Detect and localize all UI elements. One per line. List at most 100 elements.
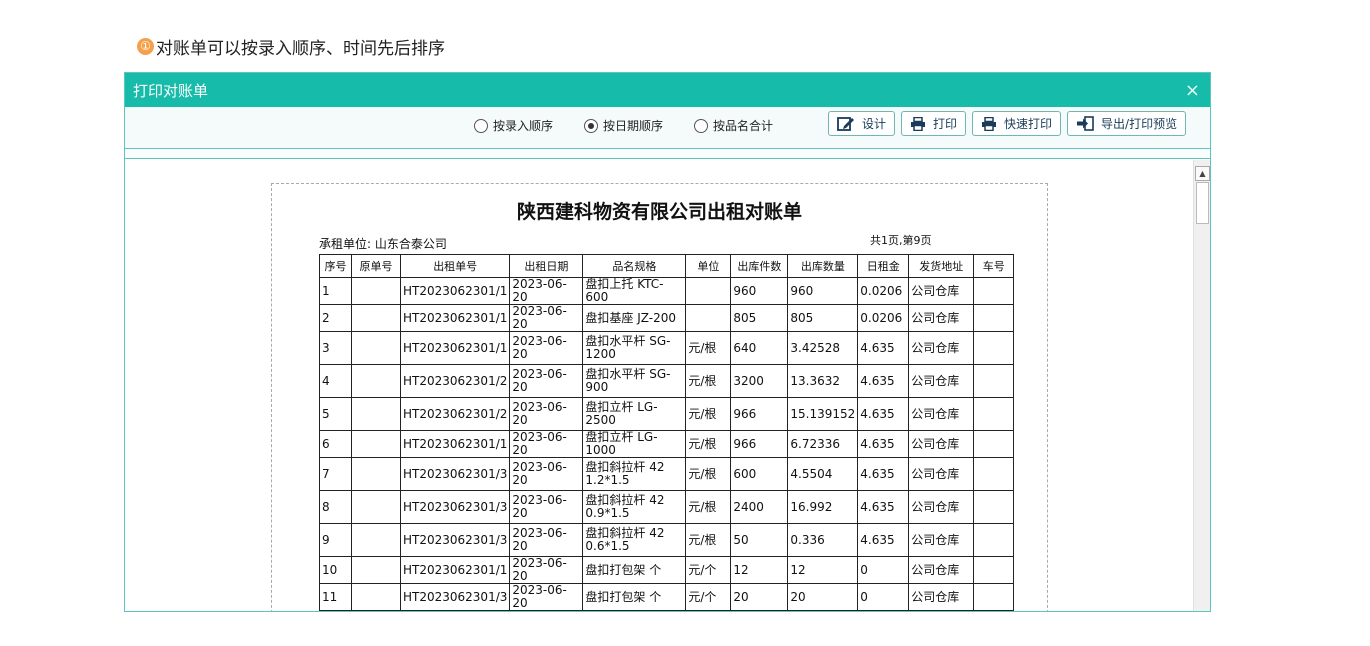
table-cell: [351, 304, 401, 332]
table-cell: [973, 277, 1015, 305]
button-label: 打印: [933, 117, 958, 131]
column-header: 单位: [685, 254, 732, 278]
table-cell: [973, 397, 1015, 431]
table-cell: HT2023062301/3: [399, 490, 511, 524]
table-cell: 公司仓库: [908, 364, 975, 398]
quick-print-button[interactable]: 快速打印: [972, 111, 1062, 136]
export-preview-button[interactable]: 导出/打印预览: [1067, 111, 1187, 136]
toolbar-buttons: 设计 打印 快速打印 导出/打印预览: [828, 111, 1192, 136]
table-cell: 5: [319, 397, 352, 431]
table-cell: 公司仓库: [908, 610, 975, 611]
table-cell: 公司仓库: [908, 397, 975, 431]
table-cell: 元/根: [685, 490, 732, 524]
table-cell: [973, 610, 1015, 611]
radio-label: 按日期顺序: [603, 119, 664, 133]
table-row: 12HT2023062301/22023-06-20盘扣打包架 个元/个3232…: [319, 610, 1015, 611]
radio-selected-icon: [584, 118, 599, 133]
table-cell: 元/根: [685, 397, 732, 431]
table-cell: 公司仓库: [908, 523, 975, 557]
table-cell: 4.635: [857, 331, 910, 365]
design-button[interactable]: 设计: [828, 111, 896, 136]
column-header: 出库数量: [787, 254, 859, 278]
table-cell: [973, 457, 1015, 491]
table-cell: [351, 583, 401, 611]
table-header-row: 序号 原单号 出租单号 出租日期 品名规格 单位 出库件数 出库数量 日租金 发…: [319, 254, 1015, 278]
table-cell: [351, 277, 401, 305]
table-cell: 2: [319, 304, 352, 332]
radio-label: 按品名合计: [713, 119, 774, 133]
table-cell: 元/个: [685, 556, 732, 584]
printer-icon: [982, 116, 997, 131]
table-cell: 2023-06-20: [509, 457, 584, 491]
table-cell: 盘扣打包架 个: [582, 610, 687, 611]
table-cell: 2023-06-20: [509, 364, 584, 398]
table-cell: 元/根: [685, 331, 732, 365]
radio-name-total[interactable]: 按品名合计: [694, 117, 773, 134]
table-cell: HT2023062301/1: [399, 556, 511, 584]
table-cell: 805: [730, 304, 789, 332]
table-cell: 元/个: [685, 583, 732, 611]
print-preview-area[interactable]: 陕西建科物资有限公司出租对账单 承租单位: 山东合泰公司 共1页,第9页 序号 …: [125, 160, 1193, 611]
table-cell: 15.139152: [787, 397, 859, 431]
toolbar: 按录入顺序 按日期顺序 按品名合计 设计 打印 快速打印 导出/打印预览: [125, 107, 1210, 149]
radio-entry-order[interactable]: 按录入顺序: [474, 117, 553, 134]
table-cell: 公司仓库: [908, 331, 975, 365]
table-cell: 4.635: [857, 490, 910, 524]
page-info: 共1页,第9页: [870, 234, 932, 247]
table-cell: 2023-06-20: [509, 583, 584, 611]
edit-icon: [837, 117, 854, 131]
table-cell: 600: [730, 457, 789, 491]
table-row: 10 HT2023062301/1 2023-06-20 盘扣打包架 个元/个 12 12…: [319, 556, 1015, 584]
table-cell: 公司仓库: [908, 457, 975, 491]
lessee-label: 承租单位:: [319, 237, 372, 251]
table-cell: 3200: [730, 364, 789, 398]
table-cell: 盘扣打包架 个: [582, 583, 687, 611]
table-cell: 盘扣打包架 个: [582, 556, 687, 584]
table-cell: 6: [319, 430, 352, 458]
table-cell: 0.0206: [857, 304, 910, 332]
table-cell: 公司仓库: [908, 556, 975, 584]
table-cell: 0: [857, 583, 910, 611]
table-cell: HT2023062301/2: [399, 364, 511, 398]
table-cell: 7: [319, 457, 352, 491]
vertical-scrollbar[interactable]: ▲: [1193, 160, 1210, 611]
scroll-thumb[interactable]: [1196, 182, 1209, 224]
table-cell: HT2023062301/1: [399, 430, 511, 458]
table-cell: 640: [730, 331, 789, 365]
column-header: 发货地址: [908, 254, 975, 278]
table-cell: HT2023062301/1: [399, 304, 511, 332]
table-cell: 元/根: [685, 457, 732, 491]
table-cell: HT2023062301/3: [399, 583, 511, 611]
lessee-line: 承租单位: 山东合泰公司: [319, 235, 447, 252]
table-cell: HT2023062301/1: [399, 277, 511, 305]
table-row: 7 HT2023062301/3 2023-06-20 盘扣斜拉杆 42 1.2*1.…: [319, 457, 1015, 491]
table-cell: [973, 430, 1015, 458]
table-cell: 13.3632: [787, 364, 859, 398]
caption: ① 对账单可以按录入顺序、时间先后排序: [137, 34, 445, 59]
radio-date-order[interactable]: 按日期顺序: [584, 117, 663, 134]
table-cell: 16.992: [787, 490, 859, 524]
table-cell: [351, 610, 401, 611]
column-header: 日租金: [857, 254, 910, 278]
table-cell: 元/根: [685, 430, 732, 458]
table-cell: HT2023062301/3: [399, 457, 511, 491]
table-cell: 12: [730, 556, 789, 584]
table-cell: [973, 556, 1015, 584]
table-cell: 2023-06-20: [509, 490, 584, 524]
table-cell: [685, 277, 732, 305]
table-cell: 4.635: [857, 430, 910, 458]
table-row: 11 HT2023062301/3 2023-06-20 盘扣打包架 个元/个 20 20…: [319, 583, 1015, 611]
print-button[interactable]: 打印: [901, 111, 967, 136]
table-cell: [973, 523, 1015, 557]
table-cell: 2023-06-20: [509, 331, 584, 365]
table-cell: 3.42528: [787, 331, 859, 365]
table-row: 6 HT2023062301/1 2023-06-20 盘扣立杆 LG-1000 元/根…: [319, 430, 1015, 458]
scroll-up-arrow-icon[interactable]: ▲: [1195, 166, 1210, 181]
table-cell: [973, 304, 1015, 332]
print-statement-dialog: 打印对账单 × 按录入顺序 按日期顺序 按品名合计 设计 打印 快速打印 导出/…: [124, 72, 1211, 612]
table-cell: 盘扣斜拉杆 42 1.2*1.5: [582, 457, 687, 491]
table-cell: [351, 331, 401, 365]
close-icon[interactable]: ×: [1185, 80, 1200, 101]
table-cell: 12: [319, 610, 352, 611]
table-cell: 公司仓库: [908, 430, 975, 458]
